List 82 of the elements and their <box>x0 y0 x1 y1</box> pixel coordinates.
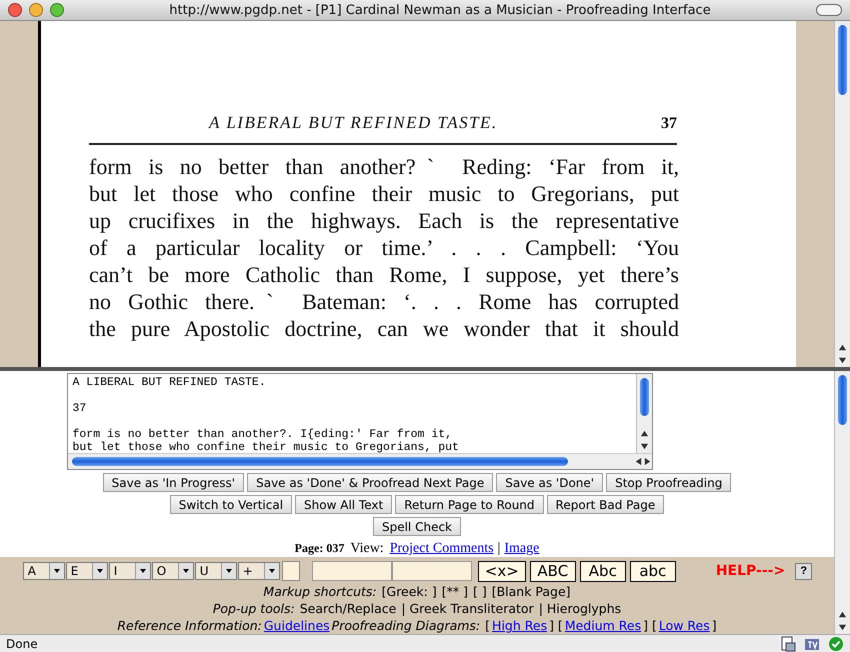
tool-text: | Hieroglyphs <box>538 600 622 618</box>
scrollbar[interactable] <box>834 21 850 368</box>
scan-text-line: form is no better than another?ˋ Reding: ‘Far from it, <box>89 153 679 180</box>
character-select[interactable]: A <box>22 562 65 580</box>
scrollbar-thumb[interactable] <box>640 378 648 416</box>
scan-text-line: up crucifixes in the highways. Each is the representative <box>89 207 679 234</box>
character-select[interactable]: I <box>108 562 151 580</box>
reference-link[interactable]: Low Res <box>658 617 710 634</box>
view-label: View: <box>350 541 384 558</box>
scan-text-line: of a particular locality or time.’ . . . Campbell: ‘You <box>89 234 679 262</box>
action-button[interactable]: Report Bad Page <box>546 495 664 514</box>
help-button[interactable]: ? <box>795 562 812 580</box>
scroll-down-icon[interactable] <box>838 356 847 366</box>
scroll-right-icon[interactable] <box>642 457 652 466</box>
scan-text-line: but let those who confine their music to Gregorians, put <box>89 180 679 208</box>
tool-text: [Greek: ] <box>382 583 437 600</box>
scan-text-line: no Gothic there.ˋ Bateman: ‘. . . Rome has corrupted <box>89 288 679 316</box>
horizontal-scrollbar[interactable] <box>68 453 652 470</box>
scroll-up-icon[interactable] <box>838 343 847 352</box>
reference-link[interactable]: Guidelines <box>264 617 330 634</box>
action-button[interactable]: Stop Proofreading <box>606 473 732 492</box>
character-field[interactable] <box>282 561 300 582</box>
separator: | <box>498 541 500 558</box>
tool-text: | Greek Transliterator <box>401 600 534 618</box>
info-label: Pop-up tools: <box>212 600 295 618</box>
tool-text: [** ] <box>442 583 468 600</box>
tool-text: Proofreading Diagrams: <box>332 617 480 634</box>
tool-text: [ ] <box>472 583 487 600</box>
tool-text: ] <box>712 617 717 634</box>
tool-text: Search/Replace <box>300 600 396 618</box>
input-field[interactable] <box>312 561 392 582</box>
tool-text: ] [ <box>549 617 563 634</box>
running-head: A LIBERAL BUT REFINED TASTE. <box>209 113 498 134</box>
case-button[interactable]: ABC <box>530 560 576 582</box>
action-button[interactable]: Save as 'Done' & Proofread Next Page <box>247 473 494 492</box>
action-button[interactable]: Save as 'In Progress' <box>102 473 244 492</box>
scan-text-line: the pure Apostolic doctrine, can we wonder that it should <box>89 315 679 342</box>
scrollbar-thumb[interactable] <box>838 25 847 96</box>
toolbar-toggle-icon[interactable] <box>816 4 842 16</box>
scroll-down-icon[interactable] <box>640 442 648 452</box>
help-label: HELP---> <box>716 563 786 580</box>
tool-text: ] [ <box>643 617 657 634</box>
view-link[interactable]: Project Comments <box>390 541 494 558</box>
case-button[interactable]: Abc <box>580 560 626 582</box>
info-label: Markup shortcuts: <box>263 583 377 600</box>
action-button[interactable]: Spell Check <box>372 517 461 536</box>
window-title: http://www.pgdp.net - [P1] Cardinal Newman as a Musician - Proofreading Interface <box>168 2 712 18</box>
scroll-left-icon[interactable] <box>634 457 642 466</box>
case-button[interactable]: <x> <box>478 560 526 582</box>
page-label: Page: 037 <box>294 541 344 556</box>
minimize-icon[interactable] <box>29 3 43 18</box>
tool-text: [Blank Page] <box>492 583 571 600</box>
character-select[interactable]: E <box>66 562 108 580</box>
close-icon[interactable] <box>8 3 22 18</box>
status-text: Done <box>6 636 38 651</box>
scrollbar[interactable] <box>636 374 652 454</box>
info-label: Reference Information: <box>117 617 262 634</box>
tool-text: [ <box>485 617 490 634</box>
document-icon[interactable] <box>780 636 796 652</box>
scrollbar[interactable] <box>834 371 850 634</box>
scroll-up-icon[interactable] <box>640 429 648 438</box>
input-field[interactable] <box>392 561 472 582</box>
scroll-up-icon[interactable] <box>838 610 847 620</box>
scan-text-line: can’t be more Catholic than Rome, I suppose, yet there’s <box>89 261 679 288</box>
reference-link[interactable]: Medium Res <box>564 617 642 634</box>
action-button[interactable]: Save as 'Done' <box>496 473 604 492</box>
page-number: 37 <box>661 115 677 134</box>
scrollbar-thumb[interactable] <box>72 457 568 466</box>
scroll-down-icon[interactable] <box>838 623 847 632</box>
character-select[interactable]: + <box>238 562 280 580</box>
scrollbar-thumb[interactable] <box>838 375 847 426</box>
reference-link[interactable]: High Res <box>492 617 548 634</box>
action-button[interactable]: Return Page to Round <box>395 495 544 514</box>
character-select[interactable]: O <box>152 562 194 580</box>
case-button[interactable]: abc <box>630 560 676 582</box>
character-select[interactable]: U <box>194 562 237 580</box>
action-button[interactable]: Show All Text <box>295 495 392 514</box>
zoom-icon[interactable] <box>50 3 64 18</box>
check-icon[interactable] <box>828 636 844 652</box>
action-button[interactable]: Switch to Vertical <box>170 495 292 514</box>
text-editor[interactable]: A LIBERAL BUT REFINED TASTE. 37 form is no better than another?. I{eding:' Far from it, but let those who confine their music to Gregorians, put <box>66 373 652 470</box>
view-link[interactable]: Image <box>504 541 540 558</box>
